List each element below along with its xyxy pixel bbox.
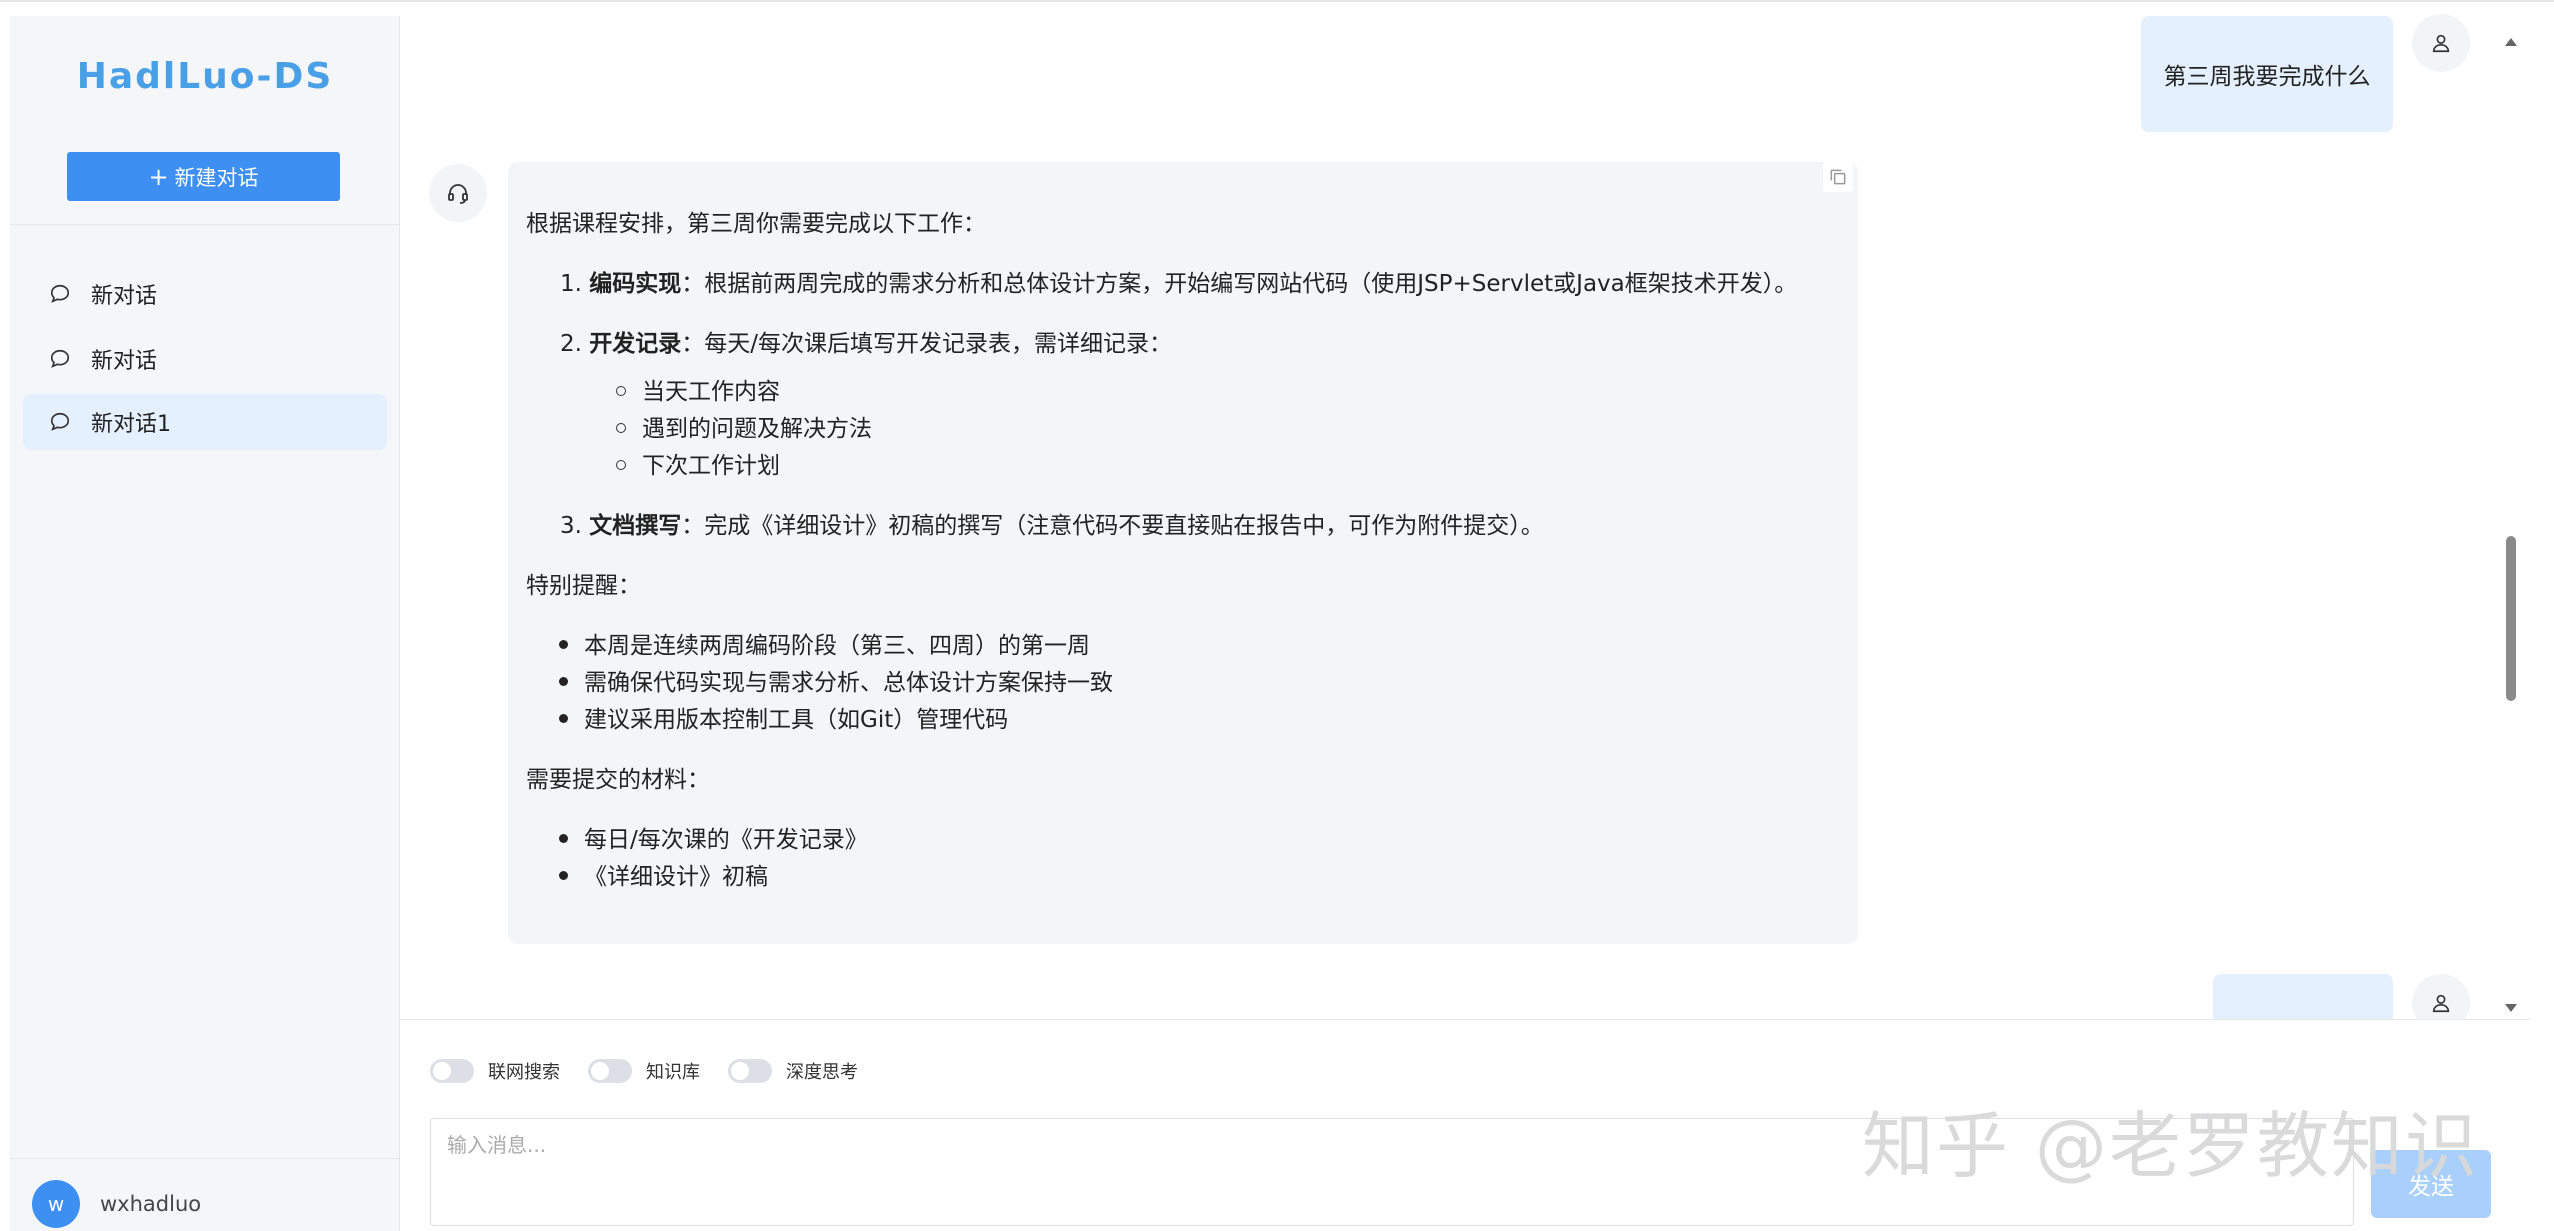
user-message-bubble: 第三周我要完成什么 xyxy=(2141,16,2393,132)
user-profile[interactable]: w wxhadluo xyxy=(32,1180,201,1228)
username: wxhadluo xyxy=(100,1192,202,1216)
chat-bubble-icon xyxy=(50,284,70,303)
material-item: 《详细设计》初稿 xyxy=(559,859,1840,896)
plus-icon: + xyxy=(148,162,169,191)
conversation-item[interactable]: 新对话 xyxy=(23,266,387,322)
assistant-headset-icon xyxy=(429,164,487,222)
user-message-text: 第三周我要完成什么 xyxy=(2163,64,2371,90)
user-avatar-icon xyxy=(2412,14,2470,72)
assistant-message: 根据课程安排，第三周你需要完成以下工作： 1. 编码实现：根据前两周完成的需求分… xyxy=(508,162,1858,944)
user-avatar: w xyxy=(32,1180,80,1228)
toggle-label: 深度思考 xyxy=(786,1062,858,1083)
scroll-thumb[interactable] xyxy=(2506,536,2516,701)
scroll-up-arrow-icon[interactable] xyxy=(2505,38,2517,46)
step-title: 开发记录 xyxy=(589,331,682,357)
knowledge-base-toggle[interactable]: 知识库 xyxy=(588,1058,700,1084)
message-input-placeholder: 输入消息... xyxy=(447,1133,547,1157)
conversation-item-active[interactable]: 新对话1 xyxy=(23,394,387,450)
toggle-switch[interactable] xyxy=(430,1059,474,1083)
reminder-item: 需确保代码实现与需求分析、总体设计方案保持一致 xyxy=(559,665,1840,702)
chat-bubble-icon xyxy=(50,349,70,368)
chat-messages: 第三周我要完成什么 根据课程安排，第三周你需要完成以下工作： 1. 编码实现：根… xyxy=(400,4,2530,1019)
feature-toggles: 联网搜索 知识库 深度思考 xyxy=(430,1058,858,1084)
conversation-item[interactable]: 新对话 xyxy=(23,331,387,387)
materials-list: 每日/每次课的《开发记录》 《详细设计》初稿 xyxy=(559,822,1840,896)
sidebar-divider xyxy=(10,224,399,225)
sidebar: HadlLuo-DS + 新建对话 新对话 新对话 新对话1 w wxhadlu… xyxy=(10,16,400,1231)
reminder-item: 建议采用版本控制工具（如Git）管理代码 xyxy=(559,702,1840,739)
new-chat-label: 新建对话 xyxy=(174,165,259,190)
step-text: ：完成《详细设计》初稿的撰写（注意代码不要直接贴在报告中，可作为附件提交）。 xyxy=(681,513,1544,539)
conversation-label: 新对话1 xyxy=(91,412,171,437)
step-text: ：根据前两周完成的需求分析和总体设计方案，开始编写网站代码（使用JSP+Serv… xyxy=(681,271,1798,297)
conversation-label: 新对话 xyxy=(91,349,158,374)
watermark: 知乎 @老罗教知识 xyxy=(1862,1104,2479,1188)
step-item: 1. 编码实现：根据前两周完成的需求分析和总体设计方案，开始编写网站代码（使用J… xyxy=(560,271,1798,297)
app-logo: HadlLuo-DS xyxy=(76,56,334,97)
reminder-list: 本周是连续两周编码阶段（第三、四周）的第一周 需确保代码实现与需求分析、总体设计… xyxy=(559,628,1840,739)
conversation-label: 新对话 xyxy=(91,284,158,309)
user-avatar-icon xyxy=(2412,974,2470,1019)
sub-list-item: 下次工作计划 xyxy=(616,448,1840,485)
material-item: 每日/每次课的《开发记录》 xyxy=(559,822,1840,859)
step-title: 文档撰写 xyxy=(589,513,682,539)
toggle-switch[interactable] xyxy=(728,1059,772,1083)
sidebar-bottom-divider xyxy=(10,1158,399,1159)
toggle-label: 知识库 xyxy=(646,1062,700,1083)
chat-scrollbar[interactable] xyxy=(2500,16,2518,1019)
new-chat-button[interactable]: + 新建对话 xyxy=(67,152,340,201)
app-window: HadlLuo-DS + 新建对话 新对话 新对话 新对话1 w wxhadlu… xyxy=(0,0,2554,1231)
scroll-down-arrow-icon[interactable] xyxy=(2505,1004,2517,1012)
reminder-item: 本周是连续两周编码阶段（第三、四周）的第一周 xyxy=(559,628,1840,665)
step-title: 编码实现 xyxy=(589,271,682,297)
step-item: 2. 开发记录：每天/每次课后填写开发记录表，需详细记录： xyxy=(560,331,1173,357)
user-message-bubble-partial xyxy=(2213,974,2393,1019)
sub-list-item: 当天工作内容 xyxy=(616,374,1840,411)
step2-sublist: 当天工作内容 遇到的问题及解决方法 下次工作计划 xyxy=(616,374,1840,485)
assistant-intro: 根据课程安排，第三周你需要完成以下工作： xyxy=(526,211,986,237)
toggle-label: 联网搜索 xyxy=(488,1062,560,1083)
reminder-title: 特别提醒： xyxy=(526,573,641,599)
sub-list-item: 遇到的问题及解决方法 xyxy=(616,411,1840,448)
step-item: 3. 文档撰写：完成《详细设计》初稿的撰写（注意代码不要直接贴在报告中，可作为附… xyxy=(560,513,1544,539)
toggle-switch[interactable] xyxy=(588,1059,632,1083)
chat-bubble-icon xyxy=(50,412,70,431)
step-text: ：每天/每次课后填写开发记录表，需详细记录： xyxy=(681,331,1173,357)
copy-icon[interactable] xyxy=(1823,162,1853,192)
deep-thinking-toggle[interactable]: 深度思考 xyxy=(728,1058,858,1084)
web-search-toggle[interactable]: 联网搜索 xyxy=(430,1058,560,1084)
materials-title: 需要提交的材料： xyxy=(526,767,710,793)
